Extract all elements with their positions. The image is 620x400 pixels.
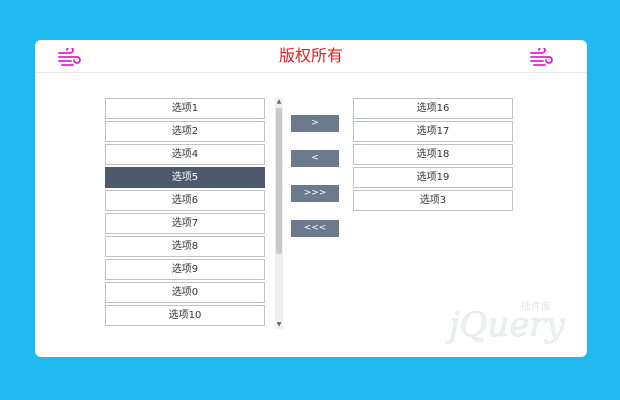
main-card: 版权所有 选项1 选项2 选项4 选项5 选项6 选项7 选项8 选项9 选项0… [35,40,587,357]
list-item[interactable]: 选项17 [353,121,513,142]
scroll-thumb[interactable] [276,108,282,254]
list-item[interactable]: 选项0 [105,282,265,303]
move-all-right-button[interactable]: >>> [291,185,339,202]
list-item[interactable]: 选项19 [353,167,513,188]
page-title: 版权所有 [278,46,343,65]
scroll-up-arrow-icon[interactable]: ▲ [275,98,283,106]
move-left-button[interactable]: < [291,150,339,167]
list-item[interactable]: 选项8 [105,236,265,257]
list-item[interactable]: 选项1 [105,98,265,119]
list-item-selected[interactable]: 选项5 [105,167,265,188]
list-item[interactable]: 选项18 [353,144,513,165]
list-item[interactable]: 选项7 [105,213,265,234]
move-right-button[interactable]: > [291,115,339,132]
source-list-scrollbar[interactable]: ▲ ▼ [275,98,283,329]
wind-icon [530,48,553,66]
list-item[interactable]: 选项4 [105,144,265,165]
move-all-left-button[interactable]: <<< [291,220,339,237]
list-item[interactable]: 选项6 [105,190,265,211]
list-item[interactable]: 选项3 [353,190,513,211]
scroll-down-arrow-icon[interactable]: ▼ [275,321,283,329]
list-item[interactable]: 选项16 [353,98,513,119]
list-item[interactable]: 选项2 [105,121,265,142]
list-item[interactable]: 选项10 [105,305,265,326]
source-list[interactable]: 选项1 选项2 选项4 选项5 选项6 选项7 选项8 选项9 选项0 选项10 [105,98,265,328]
header-bar: 版权所有 [35,40,587,73]
list-item[interactable]: 选项9 [105,259,265,280]
watermark-subtext: 插件库 [521,300,551,313]
target-list[interactable]: 选项16 选项17 选项18 选项19 选项3 [353,98,513,228]
jquery-watermark-logo: jQuery 插件库 [445,300,566,345]
